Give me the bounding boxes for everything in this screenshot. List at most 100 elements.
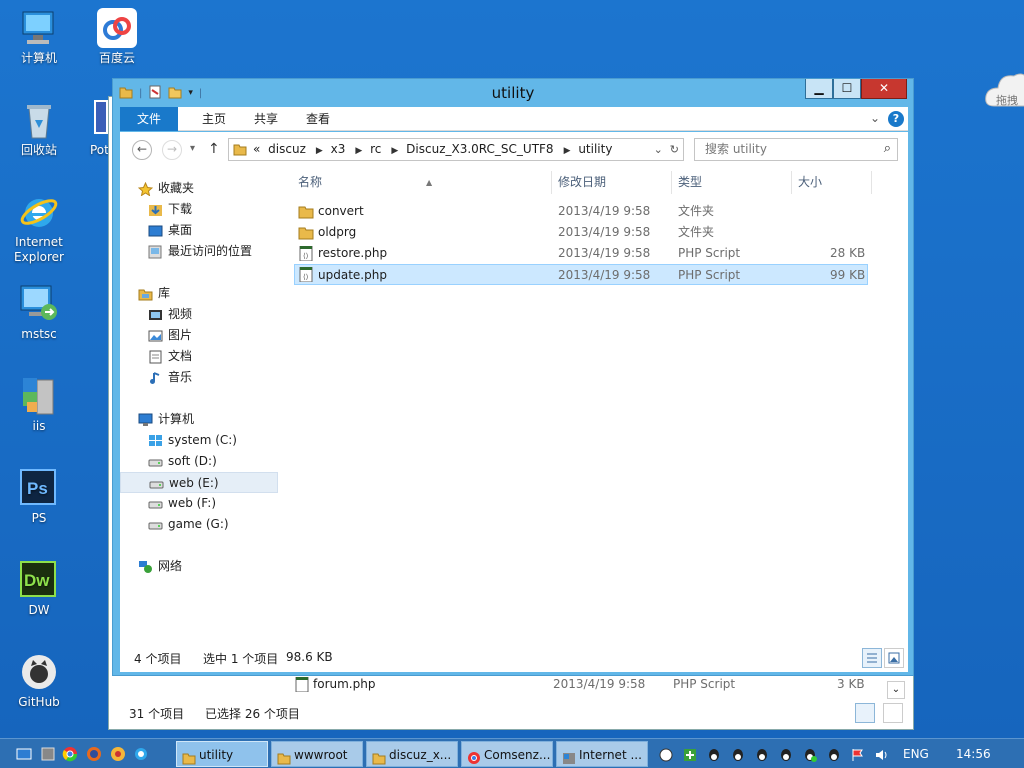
file-row[interactable]: convert 2013/4/19 9:58 文件夹 bbox=[294, 201, 868, 222]
tab-share[interactable]: 共享 bbox=[240, 107, 292, 131]
search-box[interactable]: 搜索 utility ⌕ bbox=[694, 138, 898, 161]
background-status-bar: 31 个项目 已选择 26 个项目 bbox=[109, 699, 913, 729]
input-language[interactable]: ENG bbox=[903, 739, 929, 768]
network-icon bbox=[138, 560, 153, 573]
up-button[interactable]: ↑ bbox=[208, 141, 220, 157]
tab-view[interactable]: 查看 bbox=[292, 107, 344, 131]
desktop-icon-baidu-cloud[interactable]: 百度云 bbox=[81, 8, 153, 66]
nav-downloads[interactable]: 下载 bbox=[120, 199, 278, 220]
baidu-drag-widget[interactable]: 拖拽 bbox=[984, 66, 1024, 118]
file-row-selected[interactable]: ⟨⟩ update.php 2013/4/19 9:58 PHP Script … bbox=[294, 264, 868, 285]
nav-network[interactable]: 网络 bbox=[120, 556, 278, 577]
qq-icon[interactable] bbox=[754, 747, 770, 763]
help-icon[interactable]: ? bbox=[888, 111, 904, 127]
clock[interactable]: 14:56 bbox=[956, 739, 991, 768]
recent-locations-icon[interactable]: ▾ bbox=[190, 143, 195, 154]
taskbar-button-comsenz[interactable]: Comsenz... bbox=[461, 741, 553, 767]
explorer-window[interactable]: | ▾ | utility ▁ ☐ ✕ 文件 主页 共享 查看 ⌄ ? ← → … bbox=[112, 78, 914, 676]
desktop-icon-mstsc[interactable]: mstsc bbox=[3, 284, 75, 342]
taskbar-button-utility[interactable]: utility bbox=[176, 741, 268, 767]
ie-icon[interactable] bbox=[133, 746, 149, 762]
breadcrumb-overflow[interactable]: « bbox=[253, 142, 260, 156]
nav-drive-g[interactable]: game (G:) bbox=[120, 514, 278, 535]
column-header-type[interactable]: 类型 bbox=[672, 171, 792, 194]
nav-recent-places[interactable]: 最近访问的位置 bbox=[120, 241, 278, 262]
large-icons-view-button[interactable] bbox=[883, 703, 903, 723]
details-view-button[interactable] bbox=[862, 648, 882, 668]
chevron-right-icon[interactable]: ▶ bbox=[391, 146, 398, 156]
nav-drive-d[interactable]: soft (D:) bbox=[120, 451, 278, 472]
refresh-icon[interactable]: ↻ bbox=[670, 143, 679, 156]
chevron-right-icon[interactable]: ▶ bbox=[355, 146, 362, 156]
close-button[interactable]: ✕ bbox=[861, 79, 907, 99]
scroll-down-arrow[interactable]: ⌄ bbox=[887, 681, 905, 699]
nav-drive-f[interactable]: web (F:) bbox=[120, 493, 278, 514]
breadcrumb-item[interactable]: rc bbox=[370, 142, 381, 156]
nav-drive-c[interactable]: system (C:) bbox=[120, 430, 278, 451]
desktop-icon-github[interactable]: GitHub bbox=[3, 652, 75, 710]
nav-drive-e[interactable]: web (E:) bbox=[120, 472, 278, 493]
recycle-bin-icon bbox=[19, 100, 59, 140]
nav-desktop[interactable]: 桌面 bbox=[120, 220, 278, 241]
desktop-icon-dw[interactable]: Dw DW bbox=[3, 560, 75, 618]
maximize-button[interactable]: ☐ bbox=[833, 79, 861, 99]
breadcrumb-item[interactable]: x3 bbox=[331, 142, 346, 156]
chevron-right-icon[interactable]: ▶ bbox=[316, 146, 323, 156]
volume-icon[interactable] bbox=[874, 747, 890, 763]
firefox-icon[interactable] bbox=[86, 746, 102, 762]
address-bar[interactable]: « discuz ▶ x3 ▶ rc ▶ Discuz_X3.0RC_SC_UTF8 ▶… bbox=[228, 138, 684, 161]
nav-favorites[interactable]: 收藏夹 bbox=[120, 178, 278, 199]
column-header-size[interactable]: 大小 bbox=[792, 171, 872, 194]
browser-icon[interactable] bbox=[110, 746, 126, 762]
chevron-down-icon[interactable]: ⌄ bbox=[654, 143, 663, 156]
title-bar[interactable]: | ▾ | utility ▁ ☐ ✕ bbox=[113, 79, 913, 107]
nav-documents[interactable]: 文档 bbox=[120, 346, 278, 367]
nav-computer[interactable]: 计算机 bbox=[120, 409, 278, 430]
taskbar-button-discuz[interactable]: discuz_x... bbox=[366, 741, 458, 767]
music-icon bbox=[148, 371, 163, 384]
desktop-icon-ie[interactable]: Internet Explorer bbox=[3, 192, 75, 265]
file-row[interactable]: oldprg 2013/4/19 9:58 文件夹 bbox=[294, 222, 868, 243]
background-file-row[interactable]: forum.php 2013/4/19 9:58 PHP Script 3 KB bbox=[113, 673, 889, 695]
tray-app-icon[interactable] bbox=[682, 747, 698, 763]
desktop-icon-computer[interactable]: 计算机 bbox=[3, 8, 75, 66]
qq-icon[interactable] bbox=[730, 747, 746, 763]
qq-icon[interactable] bbox=[778, 747, 794, 763]
column-header-name[interactable]: 名称 ▲ bbox=[292, 171, 552, 194]
qq-icon[interactable] bbox=[706, 747, 722, 763]
server-manager-icon[interactable] bbox=[40, 746, 56, 762]
details-view-button[interactable] bbox=[855, 703, 875, 723]
nav-libraries[interactable]: 库 bbox=[120, 283, 278, 304]
folder-icon bbox=[298, 225, 314, 240]
file-row[interactable]: ⟨⟩ restore.php 2013/4/19 9:58 PHP Script… bbox=[294, 243, 868, 264]
tab-home[interactable]: 主页 bbox=[188, 107, 240, 131]
taskbar-button-internet[interactable]: Internet ... bbox=[556, 741, 648, 767]
qq-icon[interactable] bbox=[802, 747, 818, 763]
large-icons-view-button[interactable] bbox=[884, 648, 904, 668]
nav-music[interactable]: 音乐 bbox=[120, 367, 278, 388]
show-desktop-icon[interactable] bbox=[16, 746, 32, 762]
nav-pictures[interactable]: 图片 bbox=[120, 325, 278, 346]
desktop-icon-ps[interactable]: Ps PS bbox=[3, 468, 75, 526]
minimize-button[interactable]: ▁ bbox=[805, 79, 833, 99]
forward-button[interactable]: → bbox=[162, 140, 182, 160]
chevron-right-icon[interactable]: ▶ bbox=[564, 146, 571, 156]
search-icon[interactable]: ⌕ bbox=[884, 141, 891, 156]
breadcrumb-item[interactable]: discuz bbox=[268, 142, 306, 156]
taskbar-button-wwwroot[interactable]: wwwroot bbox=[271, 741, 363, 767]
breadcrumb-item[interactable]: utility bbox=[578, 142, 612, 156]
expand-ribbon-icon[interactable]: ⌄ bbox=[870, 111, 880, 125]
tab-file[interactable]: 文件 bbox=[120, 107, 178, 131]
desktop-icon-iis[interactable]: iis bbox=[3, 376, 75, 434]
action-center-flag-icon[interactable] bbox=[850, 747, 866, 763]
desktop-icon-recycle-bin[interactable]: 回收站 bbox=[3, 100, 75, 158]
breadcrumb-item[interactable]: Discuz_X3.0RC_SC_UTF8 bbox=[406, 142, 553, 156]
chrome-icon[interactable] bbox=[62, 746, 78, 762]
nav-videos[interactable]: 视频 bbox=[120, 304, 278, 325]
back-button[interactable]: ← bbox=[132, 140, 152, 160]
column-header-date[interactable]: 修改日期 bbox=[552, 171, 672, 194]
tray-app-icon[interactable] bbox=[658, 747, 674, 763]
desktop-icon-potplayer[interactable]: Pot bbox=[78, 100, 110, 158]
recent-places-icon bbox=[148, 245, 163, 259]
qq-icon[interactable] bbox=[826, 747, 842, 763]
